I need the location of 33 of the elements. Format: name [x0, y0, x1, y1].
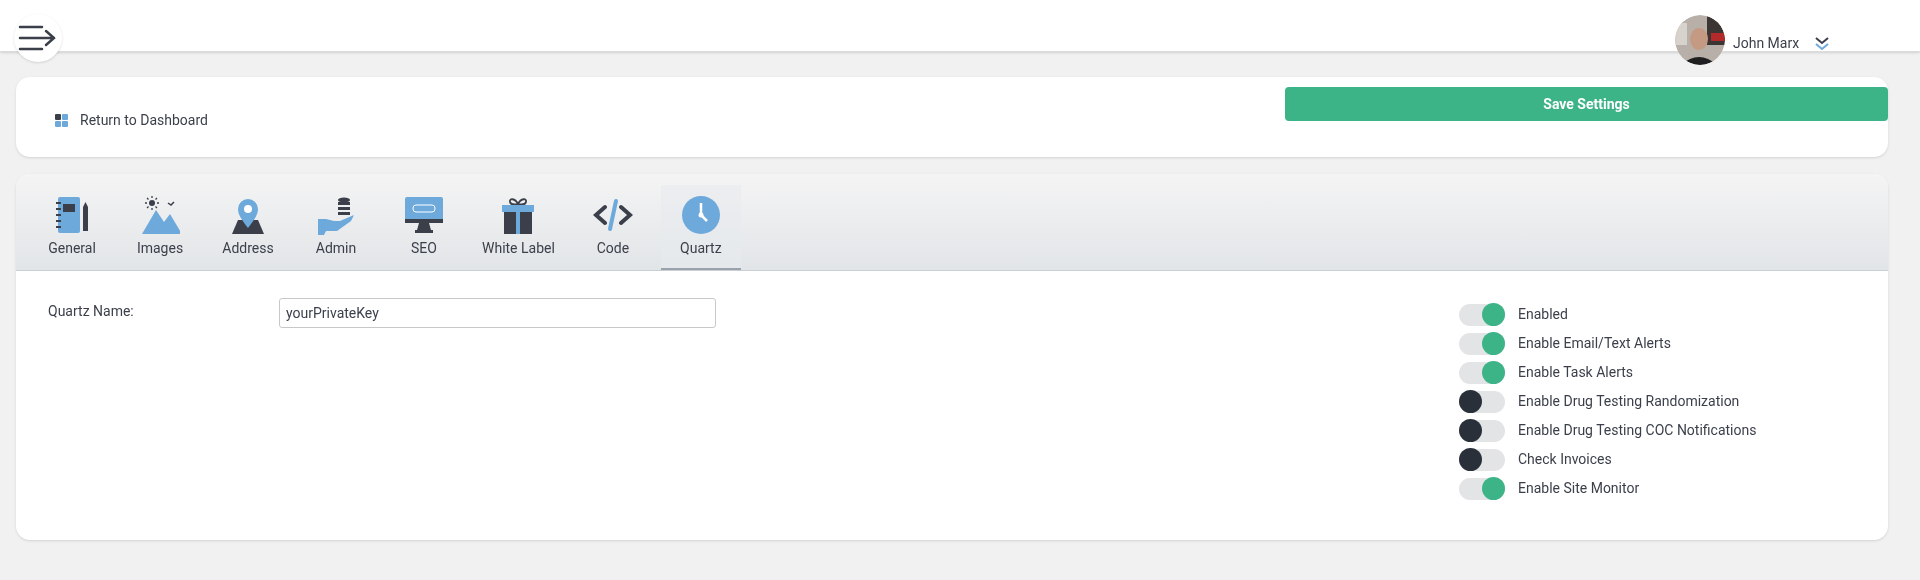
toggle-switch[interactable] — [1459, 361, 1505, 384]
tab[interactable]: Admin — [296, 185, 376, 270]
field-label: Quartz Name: — [48, 302, 135, 321]
tab[interactable]: White Label — [472, 185, 565, 270]
toggle-switch[interactable] — [1459, 303, 1505, 326]
user-name[interactable]: John Marx — [1733, 32, 1800, 54]
toggle-switch[interactable] — [1459, 332, 1505, 355]
chevron-down-icon[interactable] — [1815, 37, 1830, 51]
toggle-label: Enable Task Alerts — [1518, 363, 1634, 382]
quartz-name-field[interactable]: yourPrivateKey — [279, 298, 716, 328]
monitor-icon — [404, 195, 444, 235]
toggle-switch[interactable] — [1459, 448, 1505, 471]
toggle-switch[interactable] — [1459, 477, 1505, 500]
toggle-switch[interactable] — [1459, 390, 1505, 413]
toggle-label: Enable Drug Testing COC Notifications — [1518, 421, 1757, 440]
tab[interactable]: Address — [208, 185, 288, 270]
menu-button[interactable] — [14, 14, 62, 62]
tab[interactable]: Code — [572, 185, 653, 270]
hand-database-icon — [316, 195, 356, 235]
return-link[interactable]: Return to Dashboard — [55, 110, 208, 131]
tab[interactable]: SEO — [384, 185, 464, 270]
toggle-label: Enabled — [1518, 305, 1568, 324]
toggle-label: Check Invoices — [1518, 450, 1612, 469]
grid-icon — [55, 114, 68, 127]
mountains-icon — [140, 195, 180, 235]
tab[interactable]: Quartz — [660, 185, 741, 270]
toggle-switch[interactable] — [1459, 419, 1505, 442]
toggle-label: Enable Drug Testing Randomization — [1518, 392, 1740, 411]
toggle-label: Enable Email/Text Alerts — [1518, 334, 1671, 353]
tab[interactable]: Images — [120, 185, 200, 270]
tab[interactable]: General — [32, 185, 112, 270]
toggle-label: Enable Site Monitor — [1518, 479, 1640, 498]
clock-icon — [680, 195, 721, 235]
